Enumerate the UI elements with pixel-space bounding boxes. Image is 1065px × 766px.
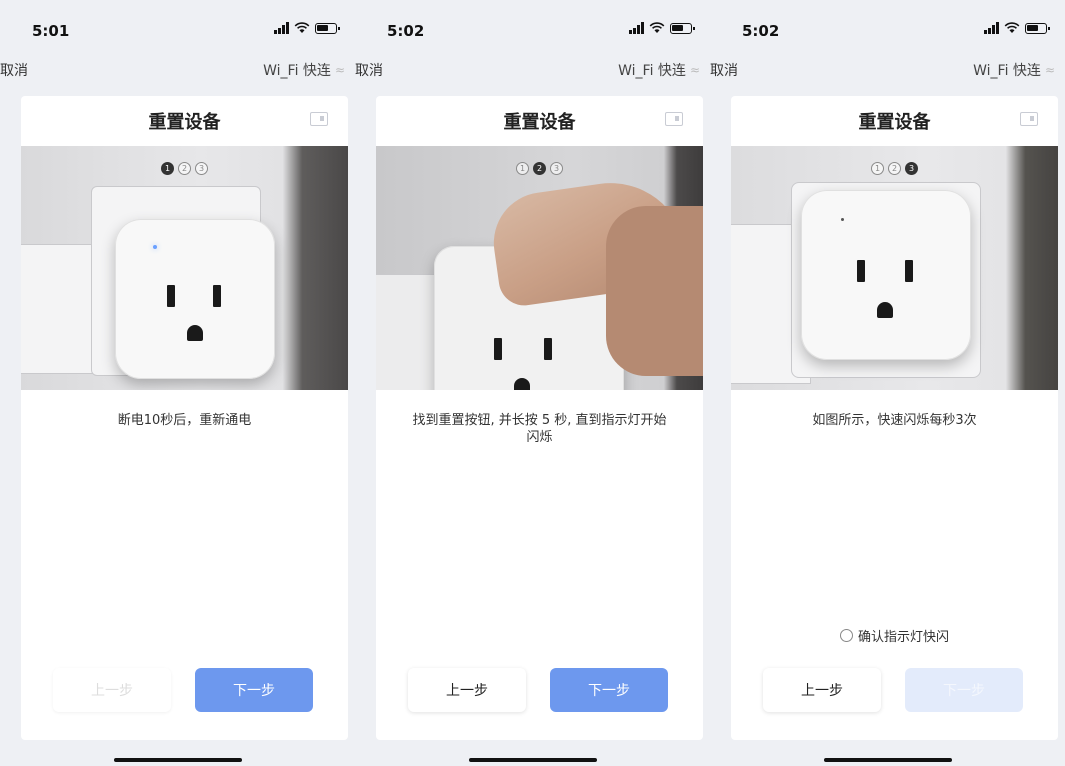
status-icons <box>984 22 1050 34</box>
screen-step-1: 5:01 取消 Wi_Fi 快连 ≈ 重置设备 1 2 3 断电10秒后，重新通… <box>0 0 355 766</box>
wifi-signal-icon: ≈ <box>689 63 700 77</box>
step-dot-1: 1 <box>871 162 884 175</box>
step-dot-3: 3 <box>905 162 918 175</box>
wifi-quick-connect[interactable]: Wi_Fi 快连 ≈ <box>263 60 345 80</box>
step-dot-2: 2 <box>178 162 191 175</box>
page-title: 重置设备 <box>503 112 576 133</box>
instruction-photo: 1 2 3 <box>21 146 348 390</box>
instruction-text: 断电10秒后，重新通电 <box>117 413 252 428</box>
screen-step-2: 5:02 取消 Wi_Fi 快连 ≈ 重置设备 1 2 3 找到重置按钮, 并长… <box>355 0 710 766</box>
next-step-button[interactable]: 下一步 <box>195 668 313 712</box>
wifi-quick-connect-label: Wi_Fi 快连 <box>973 63 1041 79</box>
status-bar: 5:02 <box>355 0 710 50</box>
wifi-quick-connect[interactable]: Wi_Fi 快连 ≈ <box>973 60 1055 80</box>
confirm-led-label: 确认指示灯快闪 <box>857 630 949 645</box>
signal-icon <box>984 22 999 34</box>
signal-icon <box>629 22 644 34</box>
prev-step-button[interactable]: 上一步 <box>408 668 526 712</box>
nav-bar: 取消 Wi_Fi 快连 ≈ <box>355 58 710 84</box>
step-dot-1: 1 <box>516 162 529 175</box>
cancel-button[interactable]: 取消 <box>0 60 28 80</box>
screen-step-3: 5:02 取消 Wi_Fi 快连 ≈ 重置设备 1 2 3 如图所示，快速闪烁每… <box>710 0 1065 766</box>
instruction-photo: 1 2 3 <box>731 146 1058 390</box>
step-dot-3: 3 <box>550 162 563 175</box>
radio-circle-icon[interactable] <box>839 629 853 642</box>
wifi-signal-icon: ≈ <box>1044 63 1055 77</box>
battery-icon <box>1025 22 1050 34</box>
step-dot-2: 2 <box>888 162 901 175</box>
prev-step-button[interactable]: 上一步 <box>763 668 881 712</box>
battery-icon <box>315 22 340 34</box>
status-icons <box>629 22 695 34</box>
status-time: 5:02 <box>387 22 425 40</box>
nav-bar: 取消 Wi_Fi 快连 ≈ <box>0 58 355 84</box>
next-step-button[interactable]: 下一步 <box>905 668 1023 712</box>
wifi-quick-connect[interactable]: Wi_Fi 快连 ≈ <box>618 60 700 80</box>
video-icon[interactable] <box>310 112 328 126</box>
cancel-button[interactable]: 取消 <box>710 60 738 80</box>
video-icon[interactable] <box>1020 112 1038 126</box>
wifi-quick-connect-label: Wi_Fi 快连 <box>618 63 686 79</box>
step-indicator: 1 2 3 <box>21 162 348 175</box>
status-bar: 5:02 <box>710 0 1065 50</box>
battery-icon <box>670 22 695 34</box>
reset-card: 重置设备 1 2 3 断电10秒后，重新通电 上一步 下一步 <box>21 96 348 740</box>
home-indicator <box>824 758 952 762</box>
step-dot-2: 2 <box>533 162 546 175</box>
wifi-icon <box>294 22 310 33</box>
step-indicator: 1 2 3 <box>731 162 1058 175</box>
status-bar: 5:01 <box>0 0 355 50</box>
video-icon[interactable] <box>665 112 683 126</box>
status-icons <box>274 22 340 34</box>
next-step-button[interactable]: 下一步 <box>550 668 668 712</box>
wifi-icon <box>649 22 665 33</box>
wifi-signal-icon: ≈ <box>334 63 345 77</box>
page-title: 重置设备 <box>148 112 221 133</box>
prev-step-button[interactable]: 上一步 <box>53 668 171 712</box>
cancel-button[interactable]: 取消 <box>355 60 383 80</box>
screens-row: 5:01 取消 Wi_Fi 快连 ≈ 重置设备 1 2 3 断电10秒后，重新通… <box>0 0 1065 766</box>
reset-card: 重置设备 1 2 3 如图所示，快速闪烁每秒3次 确认指示灯快闪 上一步 下一步 <box>731 96 1058 740</box>
status-time: 5:02 <box>742 22 780 40</box>
step-dot-3: 3 <box>195 162 208 175</box>
instruction-text: 找到重置按钮, 并长按 5 秒, 直到指示灯开始闪烁 <box>412 413 667 445</box>
home-indicator <box>469 758 597 762</box>
reset-card: 重置设备 1 2 3 找到重置按钮, 并长按 5 秒, 直到指示灯开始闪烁 上一… <box>376 96 703 740</box>
instruction-photo: 1 2 3 <box>376 146 703 390</box>
confirm-led-checkbox[interactable]: 确认指示灯快闪 <box>731 626 1058 645</box>
step-dot-1: 1 <box>161 162 174 175</box>
page-title: 重置设备 <box>858 112 931 133</box>
signal-icon <box>274 22 289 34</box>
wifi-quick-connect-label: Wi_Fi 快连 <box>263 63 331 79</box>
nav-bar: 取消 Wi_Fi 快连 ≈ <box>710 58 1065 84</box>
hand-image <box>606 206 703 376</box>
status-time: 5:01 <box>32 22 70 40</box>
wifi-icon <box>1004 22 1020 33</box>
instruction-text: 如图所示，快速闪烁每秒3次 <box>812 413 977 428</box>
home-indicator <box>114 758 242 762</box>
step-indicator: 1 2 3 <box>376 162 703 175</box>
